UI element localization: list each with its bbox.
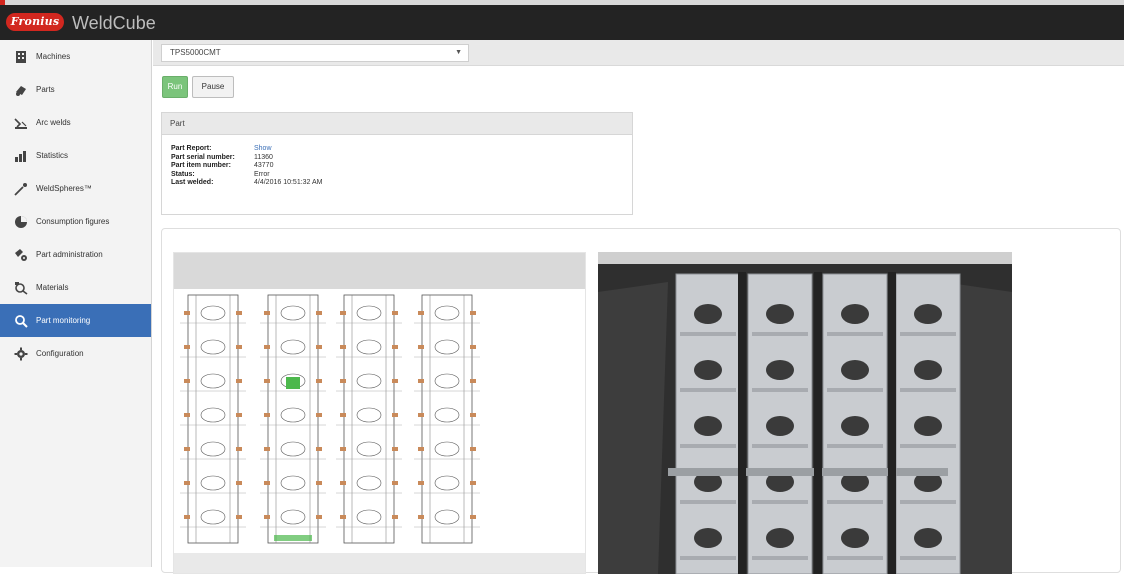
sidebar-item-machines[interactable]: Machines bbox=[0, 40, 151, 73]
sidebar-item-label: Machines bbox=[36, 52, 71, 61]
part-panel-heading: Part bbox=[162, 113, 632, 135]
last-welded-row: Last welded: 4/4/2016 10:51:32 AM bbox=[171, 179, 632, 188]
field-label: Status: bbox=[171, 170, 195, 178]
run-button[interactable]: Run bbox=[162, 76, 188, 98]
top-bar: Fronius WeldCube bbox=[0, 0, 1124, 40]
statistics-icon bbox=[14, 149, 28, 163]
building-icon bbox=[14, 50, 28, 64]
search-icon bbox=[14, 314, 28, 328]
sidebar-item-label: Materials bbox=[36, 283, 69, 292]
part-photo bbox=[598, 252, 1012, 574]
part-serial-row: Part serial number: 11360 bbox=[171, 154, 632, 163]
sidebar-item-part-administration[interactable]: Part administration bbox=[0, 238, 151, 271]
last-welded-value: 4/4/2016 10:51:32 AM bbox=[254, 179, 323, 187]
sidebar: Machines Parts Arc welds Statistics Weld… bbox=[0, 40, 152, 567]
sidebar-item-label: Configuration bbox=[36, 349, 84, 358]
weld-sphere-icon bbox=[14, 182, 28, 196]
drawing-card-header bbox=[174, 253, 585, 289]
app-title: WeldCube bbox=[72, 13, 156, 33]
sidebar-item-statistics[interactable]: Statistics bbox=[0, 139, 151, 172]
sidebar-item-parts[interactable]: Parts bbox=[0, 73, 151, 106]
parts-icon bbox=[14, 83, 28, 97]
part-panel: Part Part Report: Show Part serial numbe… bbox=[161, 112, 633, 215]
field-label: Part serial number: bbox=[171, 153, 235, 161]
status-row: Status: Error bbox=[171, 171, 632, 180]
part-item-row: Part item number: 43770 bbox=[171, 162, 632, 171]
sidebar-item-label: WeldSpheres™ bbox=[36, 184, 92, 193]
part-details: Part Report: Show Part serial number: 11… bbox=[162, 135, 632, 188]
sidebar-item-arc-welds[interactable]: Arc welds bbox=[0, 106, 151, 139]
sidebar-item-consumption-figures[interactable]: Consumption figures bbox=[0, 205, 151, 238]
pause-button[interactable]: Pause bbox=[192, 76, 234, 98]
field-label: Last welded: bbox=[171, 179, 214, 187]
sidebar-item-label: Consumption figures bbox=[36, 217, 110, 226]
sidebar-item-configuration[interactable]: Configuration bbox=[0, 337, 151, 370]
part-photo-image bbox=[598, 252, 1012, 574]
pie-icon bbox=[14, 215, 28, 229]
part-drawing-svg bbox=[180, 294, 480, 544]
sidebar-item-label: Part administration bbox=[36, 250, 103, 259]
sidebar-item-label: Parts bbox=[36, 85, 55, 94]
brand-corner-mark bbox=[0, 0, 5, 5]
part-item-value: 43770 bbox=[254, 162, 274, 170]
machine-select-value: TPS5000CMT bbox=[170, 48, 221, 57]
main-content: TPS5000CMT ▼ Run Pause Part Part Report:… bbox=[153, 40, 1124, 574]
gear-icon bbox=[14, 347, 28, 361]
part-report-row: Part Report: Show bbox=[171, 145, 632, 154]
part-admin-icon bbox=[14, 248, 28, 262]
sidebar-item-label: Part monitoring bbox=[36, 316, 91, 325]
machine-toolbar: TPS5000CMT ▼ bbox=[153, 40, 1124, 66]
status-value: Error bbox=[254, 170, 270, 178]
chevron-down-icon: ▼ bbox=[455, 49, 462, 56]
part-drawing[interactable] bbox=[174, 289, 585, 551]
arc-weld-icon bbox=[14, 116, 28, 130]
sidebar-item-part-monitoring[interactable]: Part monitoring bbox=[0, 304, 151, 337]
part-serial-value: 11360 bbox=[254, 153, 273, 161]
sidebar-item-label: Statistics bbox=[36, 151, 69, 160]
machine-select[interactable]: TPS5000CMT ▼ bbox=[161, 44, 469, 62]
part-report-link[interactable]: Show bbox=[254, 145, 272, 154]
part-monitoring-panel bbox=[161, 228, 1121, 574]
materials-icon bbox=[14, 281, 28, 295]
sidebar-item-materials[interactable]: Materials bbox=[0, 271, 151, 304]
sidebar-item-label: Arc welds bbox=[36, 118, 71, 127]
sidebar-item-weldspheres[interactable]: WeldSpheres™ bbox=[0, 172, 151, 205]
part-drawing-card bbox=[173, 252, 586, 574]
field-label: Part item number: bbox=[171, 162, 231, 170]
drawing-card-footer bbox=[174, 553, 585, 573]
field-label: Part Report: bbox=[171, 145, 212, 152]
fronius-logo[interactable]: Fronius bbox=[6, 13, 64, 31]
